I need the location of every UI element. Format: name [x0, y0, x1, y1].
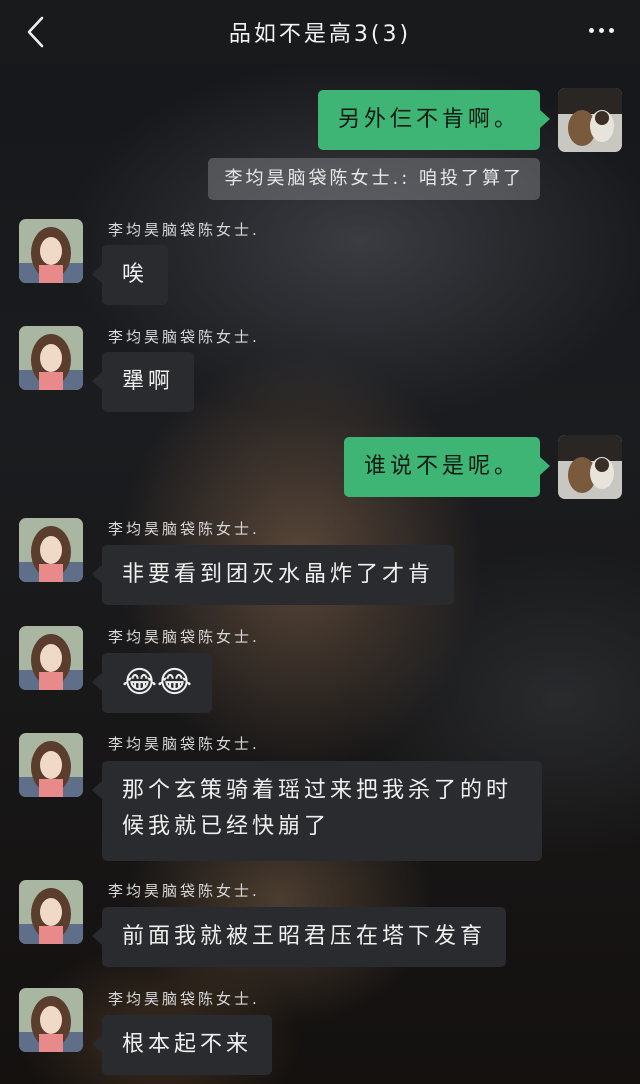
sender-avatar[interactable]	[19, 626, 83, 690]
more-dots-icon	[589, 28, 594, 33]
chevron-left-icon	[27, 16, 44, 48]
sender-avatar[interactable]	[19, 219, 83, 283]
top-navigation-bar: 品如不是高3(3)	[0, 0, 640, 64]
my-message-bubble[interactable]: 谁说不是呢。	[343, 437, 551, 497]
sender-name: 李均昊脑袋陈女士.	[108, 882, 260, 900]
more-options-button[interactable]	[589, 28, 614, 33]
sender-avatar[interactable]	[19, 880, 83, 944]
sender-name: 李均昊脑袋陈女士.	[108, 628, 260, 646]
my-message-bubble[interactable]: 另外仨不肯啊。	[317, 90, 551, 150]
chat-title: 品如不是高3(3)	[228, 22, 412, 47]
sender-avatar[interactable]	[19, 733, 83, 797]
received-message-bubble[interactable]: 那个玄策骑着瑶过来把我杀了的时候我就已经快崩了	[92, 761, 542, 861]
received-message-bubble[interactable]: 前面我就被王昭君压在塔下发育	[91, 907, 507, 967]
sender-avatar[interactable]	[19, 518, 83, 582]
sender-name: 李均昊脑袋陈女士.	[108, 735, 260, 753]
my-avatar[interactable]	[558, 88, 622, 152]
received-message-bubble[interactable]: 根本起不来	[91, 1015, 273, 1075]
quoted-message[interactable]: 李均昊脑袋陈女士.: 咱投了算了	[208, 158, 540, 200]
sender-avatar[interactable]	[19, 988, 83, 1052]
sender-name: 李均昊脑袋陈女士.	[108, 990, 260, 1008]
sender-avatar[interactable]	[19, 326, 83, 390]
received-message-bubble[interactable]: 非要看到团灭水晶炸了才肯	[91, 545, 455, 605]
sender-name: 李均昊脑袋陈女士.	[108, 221, 260, 239]
received-message-bubble[interactable]: 😂😂	[91, 653, 213, 713]
back-button[interactable]	[22, 14, 52, 50]
received-message-bubble[interactable]: 唉	[91, 245, 169, 305]
received-message-bubble[interactable]: 犟啊	[91, 352, 195, 412]
sender-name: 李均昊脑袋陈女士.	[108, 520, 260, 538]
my-avatar[interactable]	[558, 435, 622, 499]
sender-name: 李均昊脑袋陈女士.	[108, 328, 260, 346]
